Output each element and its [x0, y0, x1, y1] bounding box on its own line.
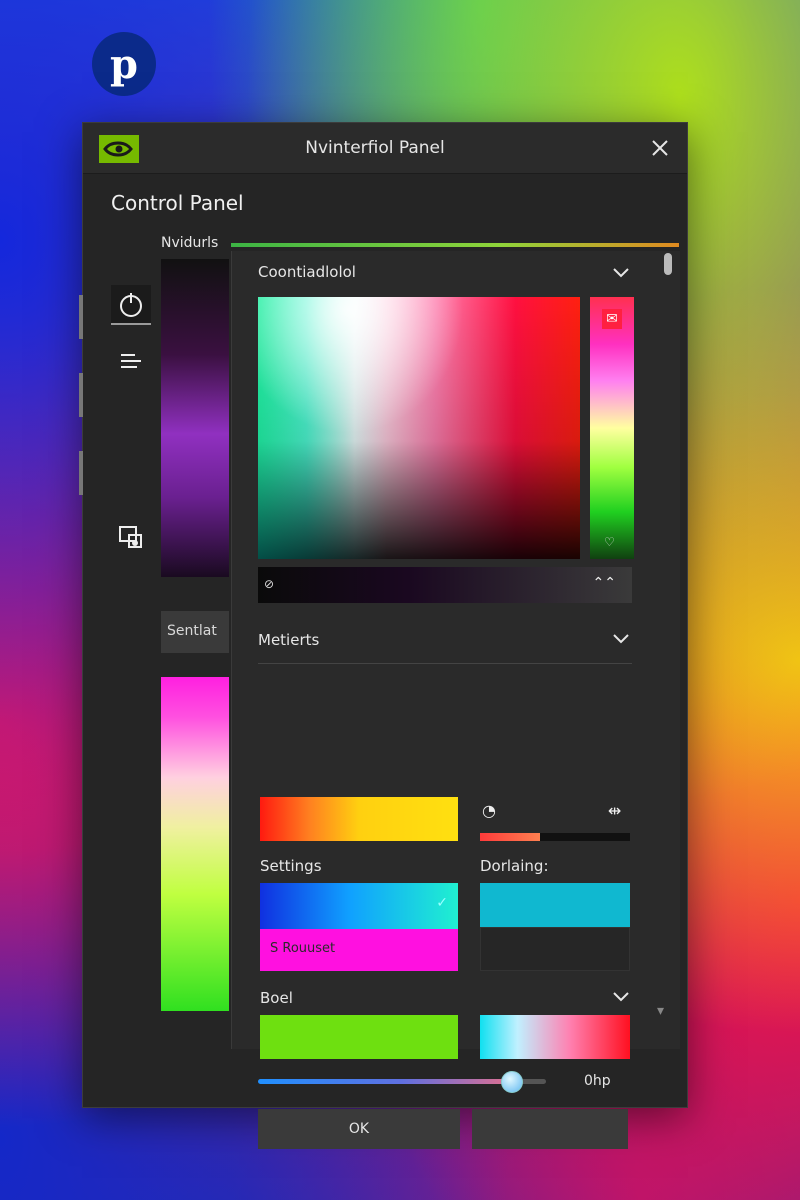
scrollbar[interactable] — [663, 251, 673, 841]
sidebar-tick — [79, 295, 83, 339]
blue-swatch[interactable]: ✓ — [260, 883, 458, 929]
gradient-strip — [161, 259, 229, 577]
chevron-down-icon[interactable] — [612, 633, 630, 645]
settings-label: Settings — [260, 857, 322, 875]
eyedropper-icon[interactable]: ⊘ — [264, 577, 274, 591]
image-icon[interactable]: ✉ — [602, 309, 622, 329]
meter-track — [480, 833, 630, 841]
color-panel: Coontiadlolol ✉ ♡ ⊘ ⌃⌃ Metierts ◔ ⇹ Sett… — [231, 251, 680, 1149]
control-panel-window: Nvinterfiol Panel Control Panel Nvidurls… — [79, 122, 688, 1149]
meters-label: Metierts — [258, 631, 320, 649]
menu-icon[interactable] — [111, 343, 151, 383]
select-dropdown[interactable]: Sentlat — [161, 611, 229, 653]
cyan-swatch[interactable] — [480, 883, 630, 927]
pinterest-icon: p — [92, 32, 156, 96]
magenta-swatch[interactable]: S Rouuset — [260, 929, 458, 971]
display-icon[interactable] — [111, 519, 151, 559]
swatch-text: S Rouuset — [270, 941, 336, 956]
circle-icon[interactable]: ◔ — [482, 801, 496, 820]
nav-label: Nvidurls — [161, 235, 219, 251]
slider-value-label: 0hp — [584, 1073, 611, 1089]
check-icon: ✓ — [436, 895, 448, 911]
boel-label: Boel — [260, 989, 293, 1007]
power-icon[interactable] — [111, 285, 151, 325]
window-title: Nvinterfiol Panel — [305, 138, 445, 158]
accent-line — [231, 243, 679, 247]
brightness-strip[interactable]: ⊘ ⌃⌃ — [258, 567, 632, 603]
chevron-up-icon[interactable]: ⌃⌃ — [593, 575, 616, 591]
green-swatch[interactable] — [260, 1015, 458, 1059]
scroll-thumb[interactable] — [664, 253, 672, 275]
sidebar-tick — [79, 451, 83, 495]
secondary-button[interactable] — [472, 1109, 628, 1149]
hue-slider[interactable] — [590, 297, 634, 559]
ok-button[interactable]: OK — [258, 1109, 460, 1149]
color-picker-label: Coontiadlolol — [258, 263, 356, 281]
title-bar: Nvinterfiol Panel — [83, 123, 687, 174]
heart-icon: ♡ — [604, 535, 615, 549]
scroll-down-icon[interactable]: ▾ — [657, 1003, 664, 1019]
divider — [258, 663, 632, 664]
gradient-swatch[interactable] — [480, 1015, 630, 1059]
dorlaing-label: Dorlaing: — [480, 857, 549, 875]
page-title: Control Panel — [111, 191, 244, 215]
spectrum-overlay — [258, 297, 580, 559]
sliders-icon[interactable]: ⇹ — [608, 801, 621, 820]
meter-fill — [480, 833, 540, 841]
sidebar-tick — [79, 373, 83, 417]
slider-thumb[interactable] — [501, 1071, 524, 1093]
rainbow-strip[interactable] — [161, 677, 229, 1011]
chevron-down-icon[interactable] — [612, 267, 630, 279]
warm-swatch[interactable] — [260, 797, 458, 841]
slider-track[interactable] — [258, 1071, 546, 1093]
chevron-down-icon[interactable] — [612, 991, 630, 1003]
empty-swatch[interactable] — [480, 927, 630, 971]
close-icon[interactable] — [647, 135, 673, 161]
